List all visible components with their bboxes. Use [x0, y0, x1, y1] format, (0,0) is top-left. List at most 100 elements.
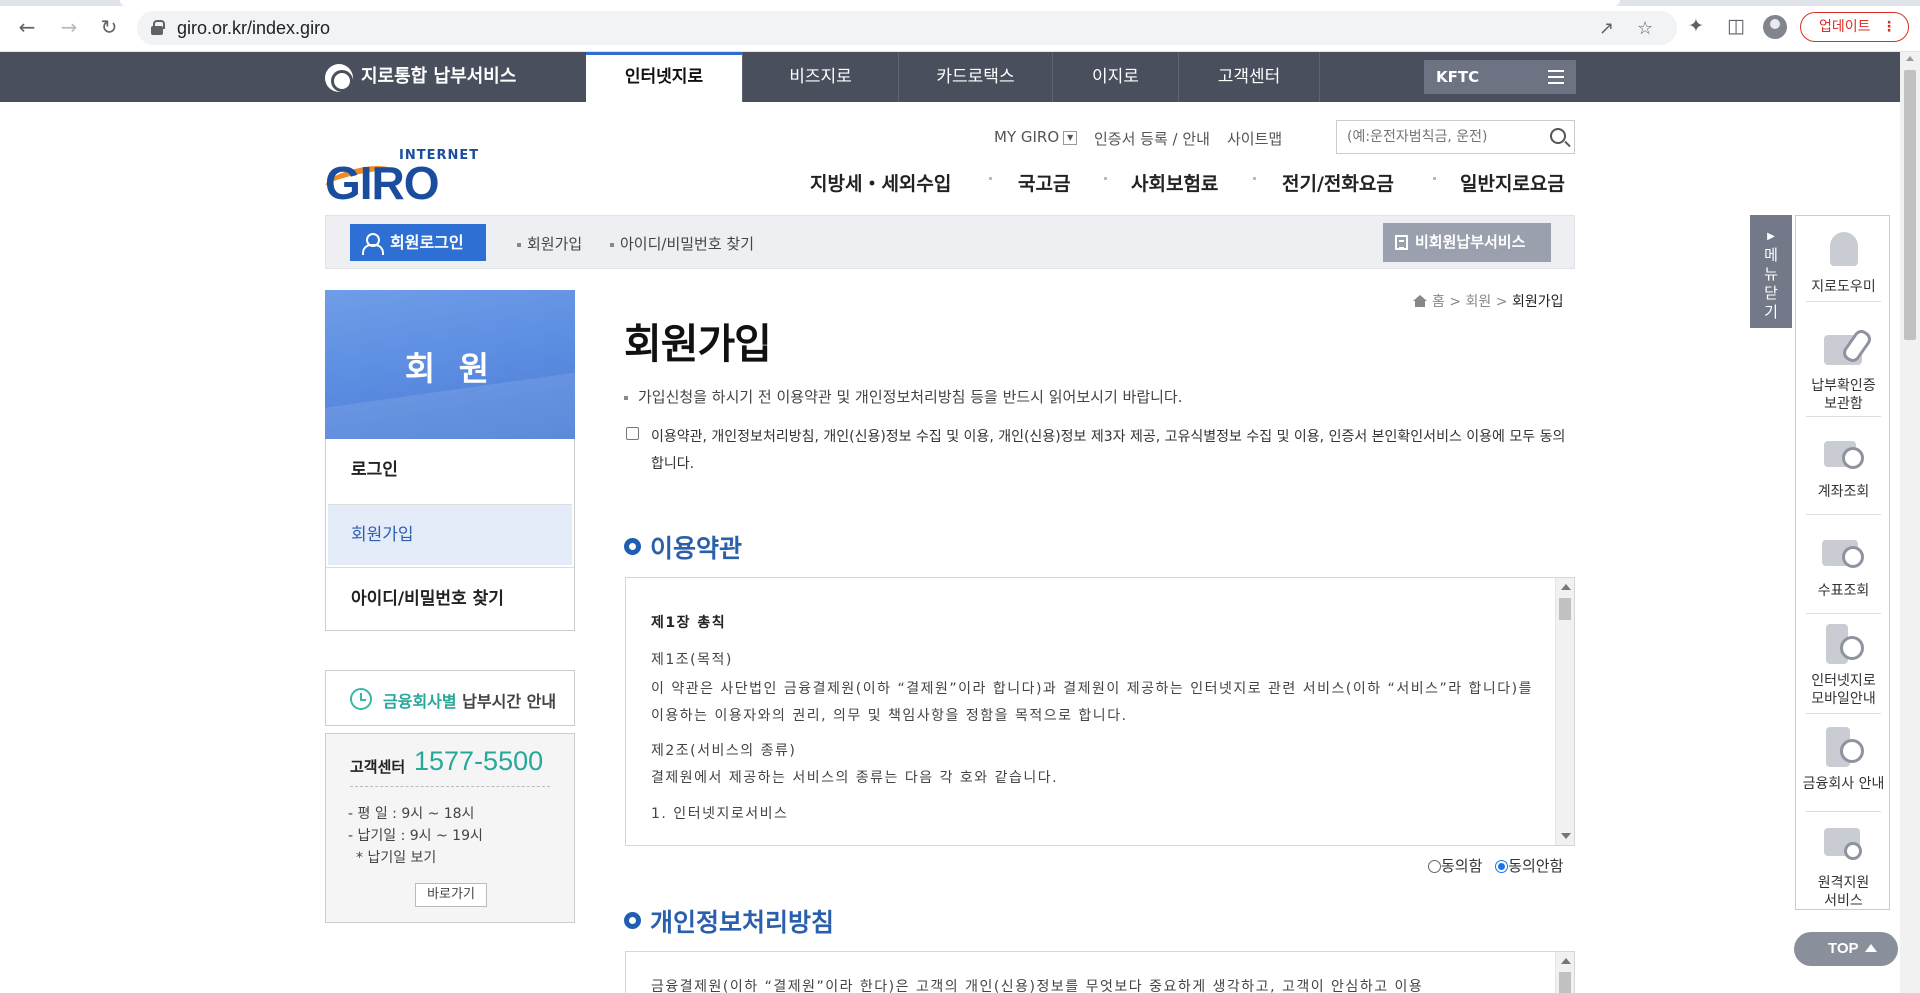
brand-link[interactable]: 지로통합 납부서비스 — [325, 52, 516, 102]
mainnav-general-giro[interactable]: 일반지로요금 — [1460, 169, 1565, 196]
mygiro-label: MY GIRO — [994, 128, 1060, 146]
page-scrollbar[interactable] — [1900, 52, 1920, 993]
reload-icon[interactable]: ↻ — [96, 14, 122, 40]
privacy-section-title: 개인정보처리방침 — [624, 903, 834, 939]
scroll-up-icon[interactable] — [1561, 958, 1571, 964]
divider — [1806, 301, 1881, 302]
agree-radio[interactable] — [1428, 860, 1441, 873]
quick-menu: 지로도우미 납부확인증 보관함 계좌조회 수표조회 인터넷지로 모바일안내 금융… — [1795, 215, 1890, 910]
divider — [1806, 416, 1881, 417]
tab-internet-giro[interactable]: 인터넷지로 — [586, 52, 742, 102]
disagree-label[interactable]: 동의안함 — [1508, 857, 1563, 875]
scroll-thumb[interactable] — [1559, 598, 1571, 620]
dropdown-icon[interactable]: ▼ — [1063, 130, 1078, 145]
play-icon: ▶ — [1767, 231, 1775, 242]
mainnav-local-tax[interactable]: 지방세・세외수입 — [810, 169, 951, 196]
kftc-menu-button[interactable]: KFTC — [1424, 60, 1576, 94]
paytime-guide-link[interactable]: 금융회사별 납부시간 안내 — [325, 670, 575, 726]
quick-item-mobile-guide[interactable]: 인터넷지로 모바일안내 — [1796, 624, 1891, 708]
notice-text: 가입신청을 하시기 전 이용약관 및 개인정보처리방침 등을 반드시 읽어보시기… — [624, 386, 1182, 407]
quick-item-label: 지로도우미 — [1811, 279, 1876, 295]
profile-icon[interactable] — [1763, 15, 1787, 39]
divider — [1806, 811, 1881, 812]
update-button[interactable]: 업데이트 ⋮ — [1800, 12, 1909, 42]
divider — [1806, 713, 1881, 714]
mainnav-social-insurance[interactable]: 사회보험료 — [1131, 169, 1218, 196]
article2-body: 결제원에서 제공하는 서비스의 종류는 다음 각 호와 같습니다. — [651, 770, 1059, 786]
sidebar-item-login[interactable]: 로그인 — [326, 439, 574, 502]
brand-label: 지로통합 납부서비스 — [361, 66, 517, 87]
scroll-up-icon[interactable] — [1906, 56, 1914, 61]
document-icon — [1395, 235, 1408, 250]
browser-toolbar: ← → ↻ giro.or.kr/index.giro ↗ ☆ ✦ ◫ 업데이트… — [0, 0, 1920, 52]
tab-customer-center[interactable]: 고객센터 — [1178, 52, 1320, 102]
globe-icon — [325, 64, 353, 92]
breadcrumb-member[interactable]: 회원 — [1466, 294, 1492, 310]
address-bar[interactable]: giro.or.kr/index.giro ↗ ☆ — [137, 11, 1677, 45]
quick-item-receipt-box[interactable]: 납부확인증 보관함 — [1796, 326, 1891, 413]
quick-item-financial-guide[interactable]: 금융회사 안내 — [1796, 727, 1891, 793]
agree-all-checkbox[interactable] — [626, 427, 639, 440]
scroll-down-icon[interactable] — [1561, 833, 1571, 839]
terms-textbox[interactable]: 제1장 총칙 제1조(목적) 이 약관은 사단법인 금융결제원(이하 “결제원”… — [625, 577, 1575, 846]
privacy-scrollbar[interactable] — [1555, 952, 1574, 993]
agree-label[interactable]: 동의함 — [1441, 857, 1482, 875]
more-icon: ⋮ — [1882, 19, 1896, 35]
quick-item-remote-support[interactable]: 원격지원 서비스 — [1796, 826, 1891, 910]
nav-separator — [989, 177, 992, 180]
paytime-rest: 납부시간 안내 — [456, 692, 557, 711]
mainnav-national-treasury[interactable]: 국고금 — [1018, 169, 1070, 196]
scroll-up-icon[interactable] — [1561, 584, 1571, 590]
sidepanel-icon[interactable]: ◫ — [1727, 15, 1745, 37]
bank-won-icon — [1820, 727, 1868, 769]
tab-card-tax[interactable]: 카드로택스 — [898, 52, 1052, 102]
forward-icon[interactable]: → — [56, 14, 82, 40]
back-icon[interactable]: ← — [14, 14, 40, 40]
sidebar-item-find[interactable]: 아이디/비밀번호 찾기 — [326, 567, 574, 630]
internet-giro-logo[interactable]: INTERNET GIRO — [323, 148, 485, 209]
check-search-icon — [1820, 534, 1868, 576]
search-box — [1336, 120, 1575, 154]
page-title: 회원가입 — [624, 320, 772, 368]
headset-icon — [1820, 230, 1868, 272]
quick-item-account-inquiry[interactable]: 계좌조회 — [1796, 435, 1891, 501]
agree-all-label[interactable]: 이용약관, 개인정보처리방침, 개인(신용)정보 수집 및 이용, 개인(신용)… — [651, 424, 1576, 478]
search-input[interactable] — [1337, 121, 1537, 153]
sitemap-link[interactable]: 사이트맵 — [1227, 128, 1282, 149]
mainnav-electricity-phone[interactable]: 전기/전화요금 — [1282, 169, 1394, 196]
quick-menu-close-button[interactable]: ▶ 메뉴닫기 — [1750, 215, 1792, 328]
breadcrumb-home[interactable]: 홈 — [1432, 294, 1445, 310]
url-text[interactable]: giro.or.kr/index.giro — [177, 18, 330, 39]
sidebar-item-join[interactable]: 회원가입 — [328, 504, 572, 565]
terms-consent: 동의함 동의안함 — [1428, 855, 1563, 876]
quick-item-label: 납부확인증 보관함 — [1811, 378, 1876, 412]
page-scroll-thumb[interactable] — [1904, 70, 1916, 340]
mygiro-link[interactable]: MY GIRO ▼ — [994, 128, 1078, 146]
breadcrumb-current: 회원가입 — [1511, 294, 1564, 310]
dueday-link[interactable]: * 납기일 보기 — [356, 847, 436, 867]
quick-item-giro-helper[interactable]: 지로도우미 — [1796, 230, 1891, 296]
member-login-button[interactable]: 회원로그인 — [350, 224, 486, 261]
active-tab[interactable] — [120, 0, 1620, 6]
join-link[interactable]: 회원가입 — [517, 233, 582, 254]
scroll-thumb[interactable] — [1559, 972, 1571, 993]
disagree-radio[interactable] — [1495, 860, 1509, 873]
article2-item1: 1. 인터넷지로서비스 — [651, 806, 789, 822]
cert-link[interactable]: 인증서 등록 / 안내 — [1094, 128, 1210, 149]
tab-biz-giro[interactable]: 비즈지로 — [742, 52, 898, 102]
home-icon[interactable] — [1413, 295, 1427, 307]
star-icon[interactable]: ☆ — [1637, 18, 1653, 39]
privacy-textbox[interactable]: 금융결제원(이하 “결제원”이라 한다)은 고객의 개인(신용)정보를 무엇보다… — [625, 951, 1575, 993]
find-id-link[interactable]: 아이디/비밀번호 찾기 — [610, 233, 754, 254]
search-icon[interactable] — [1550, 128, 1566, 144]
quick-item-check-inquiry[interactable]: 수표조회 — [1796, 534, 1891, 600]
scroll-top-button[interactable]: TOP — [1794, 932, 1898, 966]
tab-e-giro[interactable]: 이지로 — [1052, 52, 1178, 102]
share-icon[interactable]: ↗ — [1599, 18, 1614, 39]
extensions-icon[interactable]: ✦ — [1688, 15, 1704, 37]
dueday-hours: - 납기일 : 9시 ~ 19시 — [348, 828, 483, 844]
terms-scrollbar[interactable] — [1555, 578, 1574, 845]
nonmember-payment-button[interactable]: 비회원납부서비스 — [1383, 223, 1551, 262]
go-button[interactable]: 바로가기 — [415, 883, 487, 907]
article2-title: 제2조(서비스의 종류) — [651, 743, 797, 759]
